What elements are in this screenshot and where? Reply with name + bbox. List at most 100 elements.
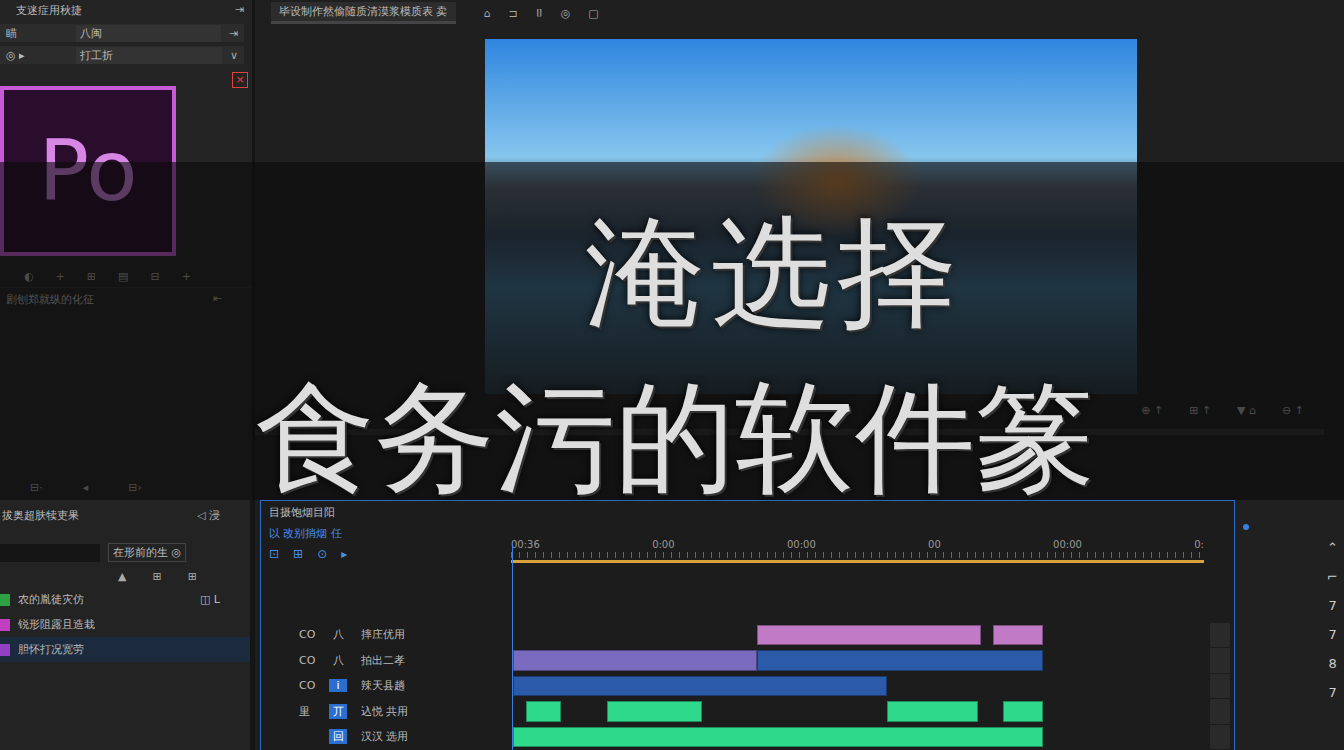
program-monitor: 毕设制作然偷随质清漠浆模质表 卖 ⌂ ⊐ ⌷ ◎ ▢ ⊕ ↑ ⊞ ↑ ▼ ⌂ ⊖ ↑	[255, 0, 1344, 500]
tool-icon[interactable]: ⊟	[150, 270, 159, 283]
monitor-tool-icon[interactable]: ⌷	[536, 7, 543, 20]
timeline-tool-icon[interactable]: ⊡	[269, 547, 279, 561]
effect-color-icon	[0, 594, 10, 606]
tool-icon[interactable]: ◐	[24, 270, 34, 283]
effects-menu-icon[interactable]: ◁ 浸	[197, 508, 220, 523]
tool-icon[interactable]: ⌃	[1327, 540, 1338, 555]
track-target[interactable]: 八	[329, 627, 347, 642]
tool-icon[interactable]: ⊞	[87, 270, 96, 283]
timeline-tool-icon[interactable]: ⊞	[293, 547, 303, 561]
ruler-label: 0:00	[652, 539, 674, 550]
headline-line: 淹选择	[585, 190, 1095, 355]
status-dot	[1243, 524, 1249, 530]
field-value[interactable]: 打工折	[76, 47, 222, 64]
scrub-bar[interactable]	[255, 429, 1324, 435]
ruler-label: 00:00	[787, 539, 816, 550]
field-label: ◎ ▸	[6, 49, 68, 62]
preview-frame	[485, 39, 1137, 394]
clip[interactable]	[513, 727, 1043, 748]
work-area-bar[interactable]	[511, 560, 1204, 563]
track-lock[interactable]: 里	[299, 704, 315, 719]
close-icon[interactable]: ×	[232, 72, 248, 88]
clip[interactable]	[1003, 701, 1043, 722]
monitor-title: 毕设制作然偷随质清漠浆模质表 卖	[271, 2, 456, 24]
effects-item[interactable]: 农的胤徒灾仿◫ L	[0, 587, 250, 612]
field-icon[interactable]: ⇥	[229, 27, 238, 40]
clip[interactable]	[887, 701, 978, 722]
track-lane	[511, 674, 1204, 699]
media-icon[interactable]: ⇤	[213, 292, 222, 307]
export-icon[interactable]: ⇥	[235, 3, 244, 19]
field-value[interactable]: 八闽	[76, 25, 221, 42]
sequence-name[interactable]: 以 改别捎烟 任	[269, 526, 503, 541]
control-button[interactable]: ▼ ⌂	[1237, 404, 1256, 417]
effect-label: 农的胤徒灾仿	[18, 592, 192, 607]
tool-icon[interactable]: ⌐	[1327, 569, 1338, 584]
timeline-track: 里丌込悦 共用	[261, 699, 1234, 724]
footer-icon[interactable]: ⊟›	[128, 481, 142, 494]
field-label: 瞄	[6, 26, 68, 41]
clip[interactable]	[513, 676, 887, 697]
headline: 淹选择食务污的软件篆	[255, 190, 1095, 520]
timeline-tool-icon[interactable]: ▸	[341, 547, 347, 561]
control-button[interactable]: ⊖ ↑	[1282, 404, 1304, 417]
effect-label: 锐形阻露且造栽	[18, 617, 212, 632]
field-icon[interactable]: ∨	[230, 49, 238, 62]
tool-icon[interactable]: 7	[1328, 685, 1336, 700]
playhead[interactable]	[512, 543, 513, 750]
track-lane	[511, 648, 1204, 673]
effects-item[interactable]: 锐形阻露且造栽	[0, 612, 250, 637]
tool-icon[interactable]: ▤	[118, 270, 128, 283]
media-label: 剧刨郑就纵的化征	[6, 292, 94, 307]
track-lock[interactable]: CO	[299, 679, 315, 692]
project-panel: 支迷症用秋捷⇥瞄八闽⇥◎ ▸打工折∨Po×◐+⊞▤⊟+剧刨郑就纵的化征⇤⊟·◂⊟…	[0, 0, 255, 500]
ruler-label: 0:	[1194, 539, 1204, 550]
effects-tool-icon[interactable]: ▲	[118, 570, 126, 583]
clip[interactable]	[993, 625, 1043, 646]
tool-icon[interactable]: +	[182, 270, 191, 283]
project-field[interactable]: 瞄八闽 ⇥	[0, 24, 244, 42]
track-lane	[511, 699, 1204, 724]
clip[interactable]	[513, 650, 757, 671]
clip[interactable]	[757, 625, 981, 646]
tool-icon[interactable]: +	[56, 270, 65, 283]
effects-search[interactable]: 在形前的生 ◎	[0, 531, 250, 566]
tool-icon[interactable]: 8	[1328, 656, 1336, 671]
timeline-tool-icon[interactable]: ⊙	[317, 547, 327, 561]
effects-tool-icon[interactable]: ⊞	[152, 570, 161, 583]
track-target[interactable]: 丌	[329, 704, 347, 719]
effects-tool-icon[interactable]: ⊞	[188, 570, 197, 583]
clip[interactable]	[607, 701, 702, 722]
effect-color-icon	[0, 644, 10, 656]
ruler-label: 00:00	[1053, 539, 1082, 550]
media-item[interactable]: 剧刨郑就纵的化征 ⇤	[0, 287, 252, 311]
timeline-title: 目摄饱烟目阳	[269, 505, 503, 520]
monitor-tool-icon[interactable]: ⌂	[484, 7, 491, 20]
project-field[interactable]: ◎ ▸ 打工折 ∨	[0, 46, 244, 64]
control-button[interactable]: ⊕ ↑	[1141, 404, 1163, 417]
effect-label: 胆怀打况宽劳	[18, 642, 212, 657]
effects-item[interactable]: 胆怀打况宽劳	[0, 637, 250, 662]
clip[interactable]	[757, 650, 1043, 671]
track-target[interactable]: i	[329, 679, 347, 692]
track-name: 摔庄优用	[361, 627, 405, 642]
track-lock[interactable]: CO	[299, 628, 315, 641]
clip[interactable]	[526, 701, 561, 722]
footer-icon[interactable]: ◂	[83, 481, 89, 494]
track-lock[interactable]: CO	[299, 654, 315, 667]
timeline-track: CO 八摔庄优用	[261, 623, 1234, 648]
footer-icon[interactable]: ⊟·	[30, 481, 43, 494]
monitor-tool-icon[interactable]: ⊐	[508, 7, 517, 20]
logo-area: Po×	[0, 66, 252, 266]
timeline-panel: 目摄饱烟目阳以 改别捎烟 任⊡⊞⊙▸00:360:0000:000000:000…	[260, 500, 1235, 750]
monitor-tool-icon[interactable]: ▢	[588, 7, 598, 20]
monitor-tool-icon[interactable]: ◎	[561, 7, 571, 20]
control-button[interactable]: ⊞ ↑	[1189, 404, 1211, 417]
time-ruler[interactable]: 00:360:0000:000000:000:	[511, 539, 1204, 550]
tool-icon[interactable]: 7	[1328, 598, 1336, 613]
track-target[interactable]: 八	[329, 653, 347, 668]
timeline-track: CO八拍出二孝	[261, 648, 1234, 673]
effects-toolbar: ▲ ⊞ ⊞	[0, 566, 250, 587]
tool-icon[interactable]: 7	[1328, 627, 1336, 642]
track-target[interactable]: 回	[329, 729, 347, 744]
